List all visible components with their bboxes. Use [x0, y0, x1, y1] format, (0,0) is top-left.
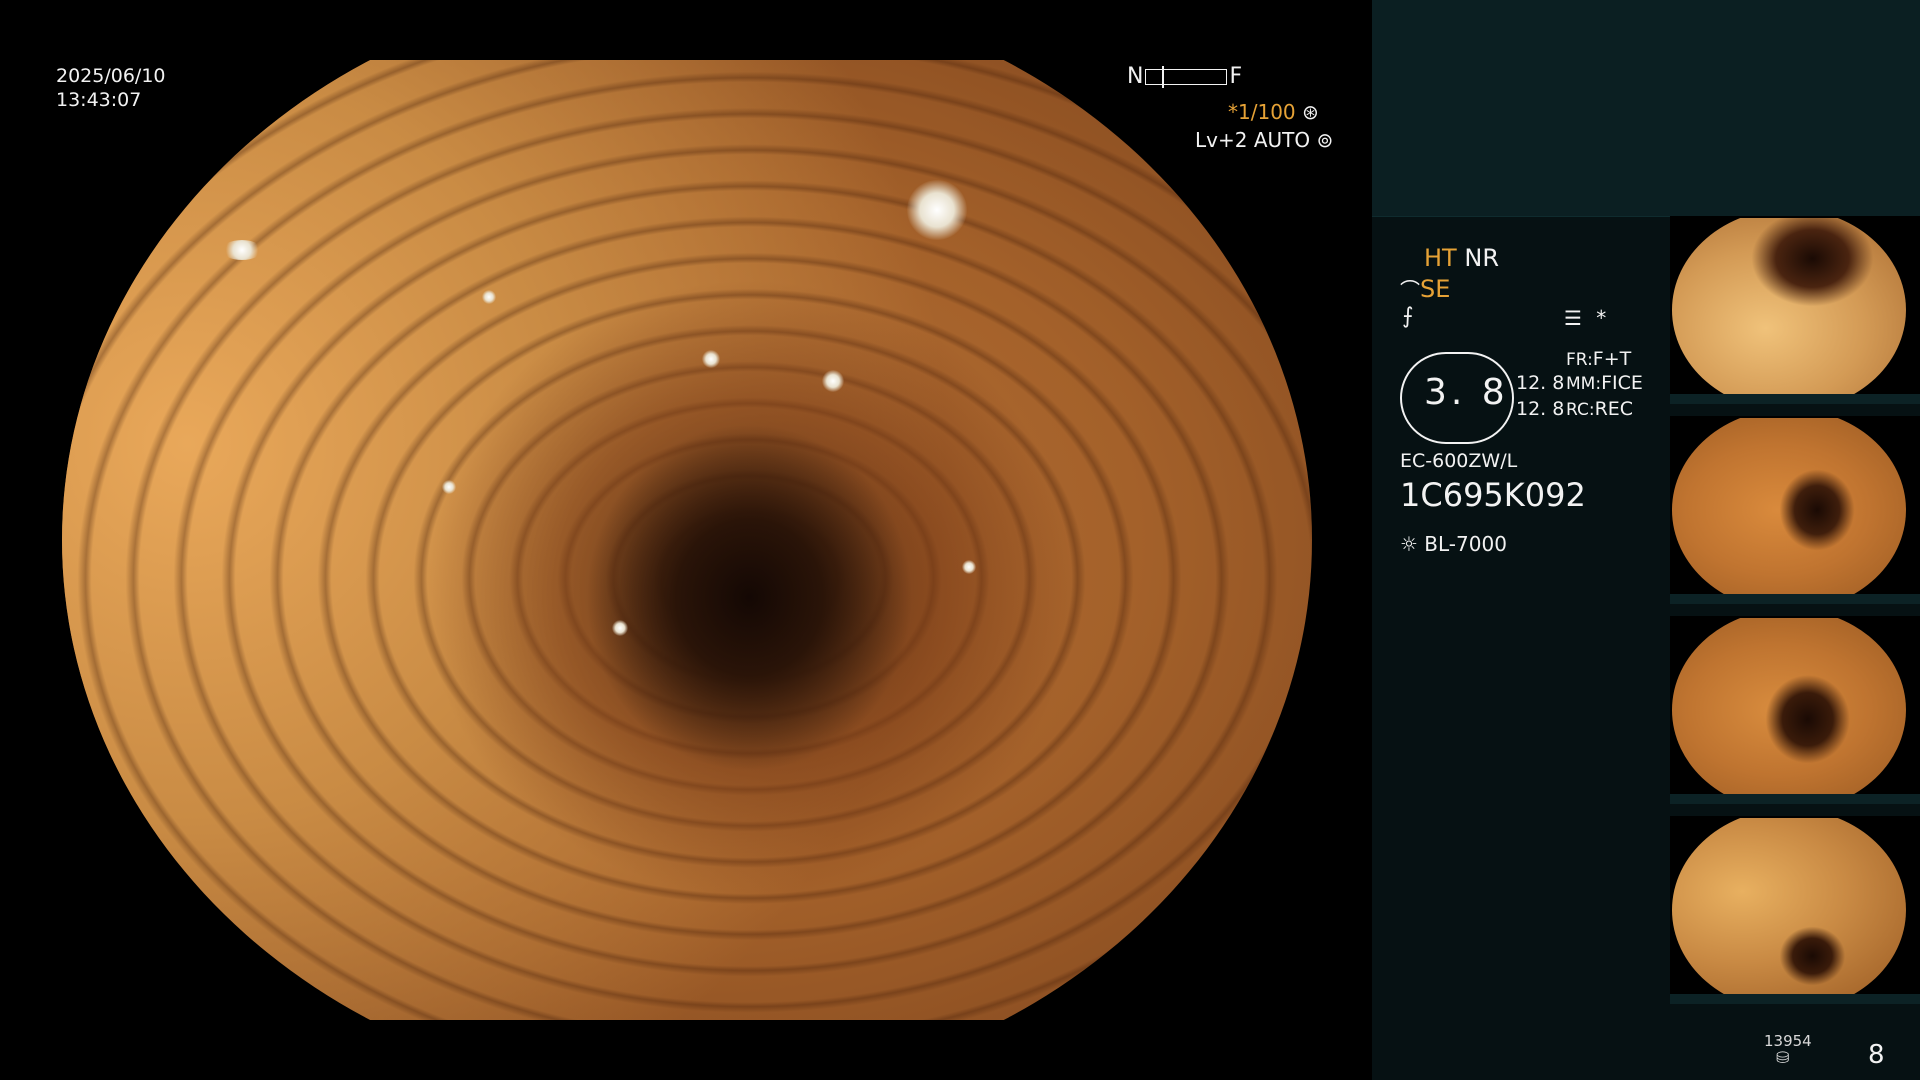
zoom-scale-value: 3. 8 [1424, 372, 1509, 413]
thumbnail-strip-bar [1670, 994, 1920, 1004]
fr-value: F+T [1592, 348, 1632, 370]
shutter-value: *1/100 [1228, 100, 1296, 124]
near-far-track [1145, 65, 1228, 88]
light-reflection [962, 560, 976, 574]
thumbnail-2[interactable] [1670, 416, 1920, 604]
thumbnail-image [1672, 418, 1906, 602]
se-row: ⌒SE [1400, 274, 1450, 303]
level-value: Lv+2 AUTO [1195, 128, 1311, 152]
rc-value: REC [1594, 398, 1634, 420]
light-reflection [702, 350, 720, 368]
rc-row: RC:REC [1566, 398, 1633, 420]
endoscopic-image [62, 60, 1312, 1020]
near-label: N [1127, 64, 1144, 89]
thumbnail-strip-bar [1670, 794, 1920, 804]
structure-enhance-icon: ⌒ [1400, 278, 1420, 302]
light-reflection [822, 370, 844, 392]
light-source-row: ☼ BL-7000 [1400, 532, 1507, 556]
rc-label: RC: [1566, 400, 1595, 420]
mm-row: MM:FICE [1566, 372, 1643, 394]
flash-row: ⨍ [1402, 304, 1413, 329]
asterisk-mark: * [1596, 306, 1607, 330]
light-reflection [612, 620, 628, 636]
iris-level: Lv+2 AUTO ⊚ [1195, 128, 1333, 152]
flash-icon: ⨍ [1402, 304, 1414, 329]
thumbnail-image [1672, 818, 1906, 1002]
value-top: 12. 8 [1516, 372, 1565, 394]
light-source-model: BL-7000 [1424, 532, 1507, 556]
time-stamp: 13:43:07 [56, 89, 142, 111]
light-reflection [482, 290, 496, 304]
panel-header-area [1372, 0, 1920, 217]
date-stamp: 2025/06/10 [56, 65, 166, 87]
thumbnail-image [1672, 218, 1906, 402]
scope-model: EC-600ZW/L [1400, 450, 1518, 472]
ht-nr-row: HT NR [1424, 244, 1499, 272]
thumbnail-1[interactable] [1670, 216, 1920, 404]
near-far-indicator: N F [1127, 64, 1242, 89]
scope-serial: 1C695K092 [1400, 476, 1586, 514]
value-bottom: 12. 8 [1516, 398, 1565, 420]
se-label: SE [1420, 275, 1451, 303]
mm-label: MM: [1566, 374, 1602, 394]
thumbnail-4[interactable] [1670, 816, 1920, 1004]
far-label: F [1229, 64, 1243, 89]
menu-row: ☰ * [1564, 306, 1606, 330]
mm-value: FICE [1601, 372, 1643, 394]
light-reflection [907, 180, 967, 240]
ht-label: HT [1424, 244, 1457, 272]
nr-label: NR [1464, 244, 1499, 272]
light-reflection [442, 480, 456, 494]
aperture-icon: ⊛ [1302, 100, 1319, 124]
thumbnail-strip-bar [1670, 394, 1920, 404]
near-far-marker [1162, 65, 1165, 88]
menu-list-icon: ☰ [1564, 306, 1582, 330]
fr-row: FR:F+T [1566, 348, 1631, 370]
sun-lamp-icon: ☼ [1400, 532, 1418, 556]
image-count: 8 [1868, 1040, 1885, 1070]
thumbnail-strip-bar [1670, 594, 1920, 604]
light-reflection [222, 240, 262, 260]
database-icon: ⛁ [1776, 1048, 1790, 1067]
thumbnail-3[interactable] [1670, 616, 1920, 804]
endoscope-view: 2025/06/10 13:43:07 N F *1/100 ⊛ Lv+2 AU… [0, 0, 1372, 1080]
shutter-speed: *1/100 ⊛ [1228, 100, 1319, 124]
iris-icon: ⊚ [1316, 128, 1334, 152]
fr-label: FR: [1566, 350, 1593, 370]
thumbnail-image [1672, 618, 1906, 802]
